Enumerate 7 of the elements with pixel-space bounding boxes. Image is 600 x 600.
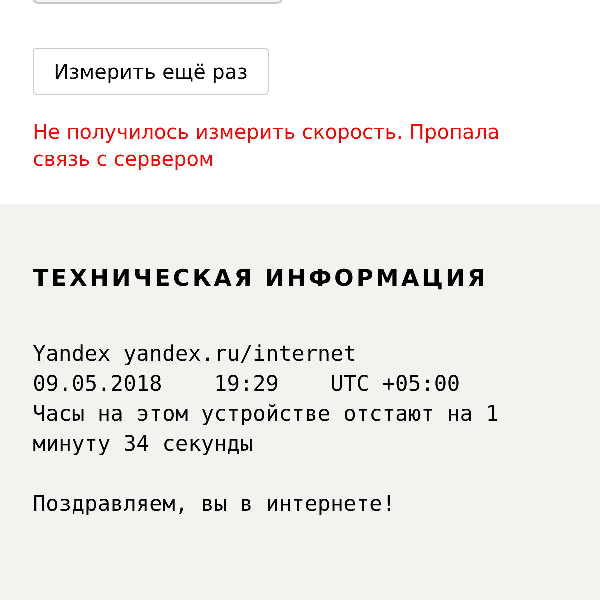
info-line: Поздравляем, вы в интернете! bbox=[33, 491, 396, 519]
info-line: Yandex yandex.ru/internet bbox=[33, 341, 358, 369]
info-line: 09.05.2018 19:29 UTC +05:00 bbox=[33, 371, 462, 399]
error-message: Не получилось измерить скорость. Пропала связь с сервером bbox=[33, 119, 501, 173]
section-title: ТЕХНИЧЕСКАЯ ИНФОРМАЦИЯ bbox=[33, 266, 490, 292]
info-line: Часы на этом устройстве отстают на 1 минуту 34 секунды bbox=[33, 401, 500, 459]
retry-button[interactable]: Измерить ещё раз bbox=[33, 48, 269, 95]
